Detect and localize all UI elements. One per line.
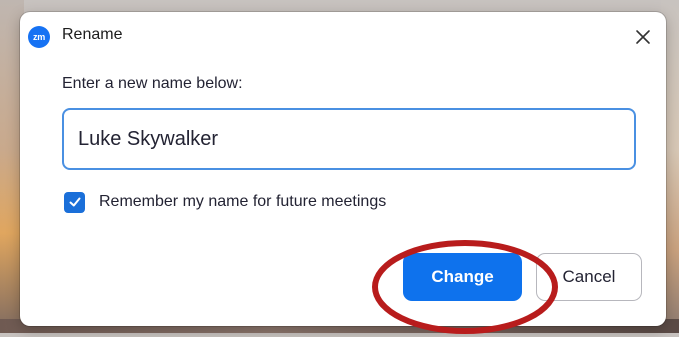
- cancel-button[interactable]: Cancel: [536, 253, 642, 301]
- prompt-label: Enter a new name below:: [62, 75, 243, 92]
- dialog-title: Rename: [62, 26, 123, 43]
- remember-name-option[interactable]: Remember my name for future meetings: [64, 190, 386, 214]
- name-input[interactable]: [62, 108, 636, 170]
- close-icon: [636, 30, 650, 44]
- close-button[interactable]: [628, 22, 658, 52]
- change-button[interactable]: Change: [403, 253, 522, 301]
- rename-dialog: zm Rename Enter a new name below: Rememb…: [20, 12, 666, 334]
- remember-name-checkbox[interactable]: [64, 191, 85, 213]
- remember-name-label: Remember my name for future meetings: [99, 193, 387, 210]
- checkmark-icon: [69, 197, 80, 207]
- title-bar: zm Rename: [20, 12, 666, 58]
- zoom-logo-icon: zm: [28, 26, 50, 48]
